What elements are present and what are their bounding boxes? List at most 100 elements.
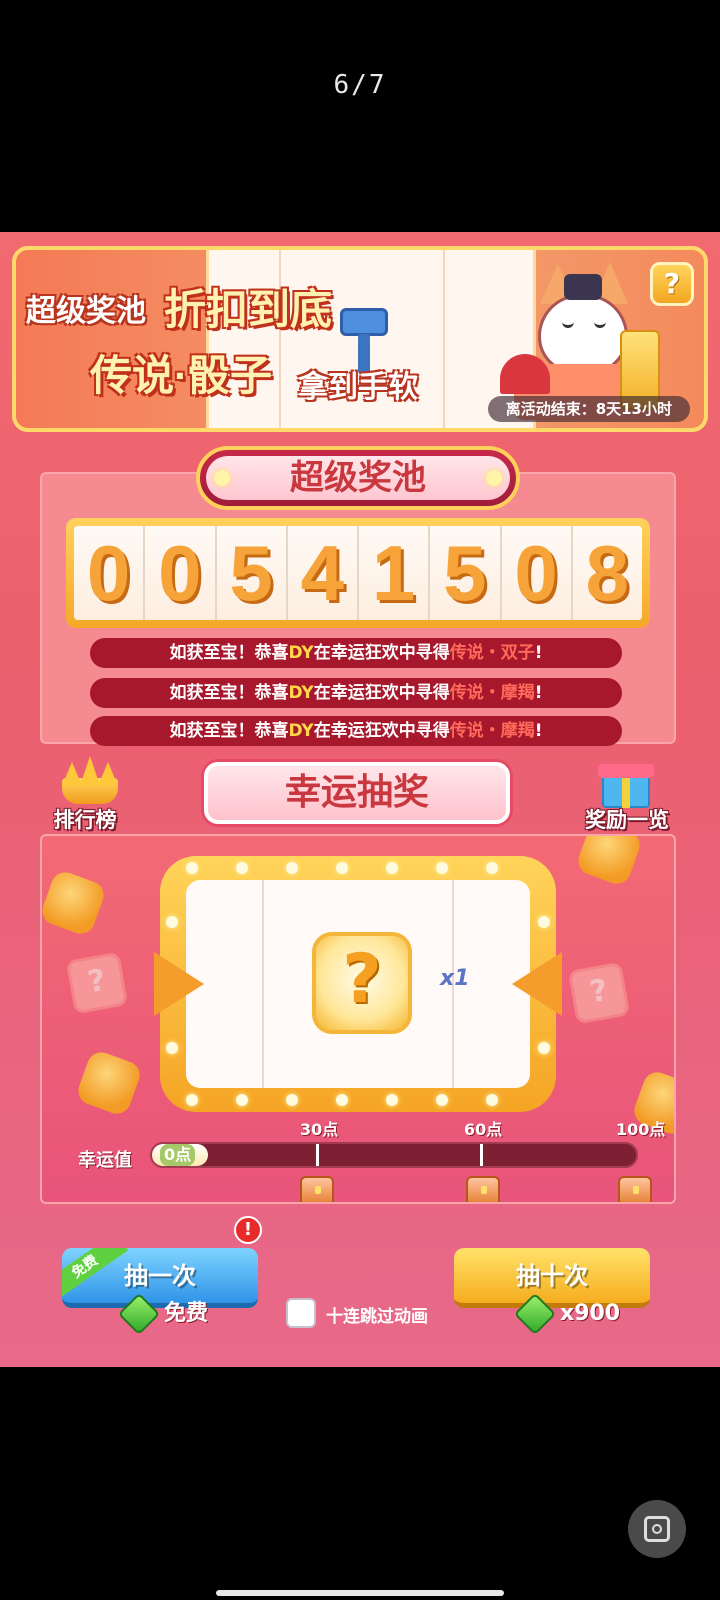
light-bulb-icon xyxy=(486,1094,498,1106)
light-bulb-icon xyxy=(236,862,248,874)
jackpot-digit: 4 xyxy=(287,526,359,620)
skip-animation-checkbox[interactable] xyxy=(286,1298,316,1328)
jackpot-title-plate: 超级奖池 xyxy=(196,446,520,510)
notification-badge: ! xyxy=(234,1216,262,1244)
light-bulb-icon xyxy=(186,1094,198,1106)
jackpot-digit: 5 xyxy=(216,526,288,620)
jackpot-digit: 0 xyxy=(74,526,146,620)
banner-title-discount: 折扣到底 xyxy=(164,286,333,333)
light-bulb-icon xyxy=(186,862,198,874)
jackpot-digit: 0 xyxy=(145,526,217,620)
jackpot-title: 超级奖池 xyxy=(206,456,510,500)
event-banner: 超级奖池 折扣到底 传说·骰子 拿到手软 ? 离活动结束：8天13小时 xyxy=(12,246,708,432)
ticker-item: 传说・摩羯 xyxy=(449,683,535,703)
ticker-suffix: ! xyxy=(534,643,543,663)
lens-icon xyxy=(652,1524,662,1534)
light-bulb-icon xyxy=(538,916,550,928)
leaderboard-label: 排行榜 xyxy=(53,808,117,832)
light-bulb-icon xyxy=(538,1042,550,1054)
light-bulb-icon xyxy=(286,862,298,874)
light-bulb-icon xyxy=(336,1094,348,1106)
milestone-tick xyxy=(316,1144,319,1166)
leaderboard-button[interactable]: 排行榜 xyxy=(30,754,140,834)
gem-icon xyxy=(117,1292,161,1336)
light-bulb-icon xyxy=(436,1094,448,1106)
jackpot-digit: 8 xyxy=(572,526,642,620)
light-bulb-icon xyxy=(386,862,398,874)
banner-title-legend-dice: 传说·骰子 xyxy=(90,352,272,399)
light-bulb-icon xyxy=(486,862,498,874)
ticker-item: 传说・摩羯 xyxy=(449,721,535,741)
draw-ten-cost: x900 xyxy=(513,1292,621,1336)
ticker-prefix: 如获至宝！恭喜 xyxy=(169,643,289,663)
mystery-box-icon: ? xyxy=(65,951,129,1015)
coin-icon xyxy=(574,836,644,888)
prize-multiplier: x1 xyxy=(440,966,470,991)
treasure-chest-icon[interactable] xyxy=(466,1176,500,1202)
jackpot-digit: 0 xyxy=(501,526,573,620)
luck-progress-bar: 0点 xyxy=(150,1142,638,1168)
pointer-right-icon xyxy=(154,952,204,1016)
light-bulb-icon xyxy=(286,1094,298,1106)
ticker-player-name: DY xyxy=(288,643,314,663)
ticker-player-name: DY xyxy=(288,721,314,741)
ticker-prefix: 如获至宝！恭喜 xyxy=(169,721,289,741)
light-bulb-icon xyxy=(236,1094,248,1106)
ticker-suffix: ! xyxy=(534,683,543,703)
slot-reel-window: ? x1 xyxy=(186,880,530,1088)
rewards-list-button[interactable]: 奖励一览 xyxy=(572,754,682,834)
screenshot-scan-button[interactable] xyxy=(628,1500,686,1558)
banner-title-jackpot: 超级奖池 xyxy=(26,295,146,328)
treasure-chest-icon[interactable] xyxy=(300,1176,334,1202)
home-indicator[interactable] xyxy=(216,1590,504,1596)
rewards-list-label: 奖励一览 xyxy=(585,808,669,832)
draw-once-cost: 免费 xyxy=(117,1292,209,1336)
ticker-middle: 在幸运狂欢中寻得 xyxy=(313,643,450,663)
reel-divider xyxy=(262,880,264,1088)
luck-value: 0点 xyxy=(160,1144,196,1166)
help-button[interactable]: ? xyxy=(650,262,694,306)
jackpot-digit: 5 xyxy=(430,526,502,620)
reel-divider xyxy=(443,250,445,428)
banner-title-plenty: 拿到手软 xyxy=(298,371,418,404)
page-counter: 6/7 xyxy=(333,70,387,100)
draw-once-cost-text: 免费 xyxy=(164,1301,209,1326)
pointer-left-icon xyxy=(512,952,562,1016)
winner-ticker-row: 如获至宝！恭喜DY在幸运狂欢中寻得传说・摩羯! xyxy=(90,678,622,708)
gem-icon xyxy=(513,1292,557,1336)
light-bulb-icon xyxy=(166,916,178,928)
event-countdown: 离活动结束：8天13小时 xyxy=(487,396,690,422)
crown-icon xyxy=(62,756,118,804)
bottom-area xyxy=(0,1367,720,1600)
light-dot-icon xyxy=(486,470,502,486)
coin-icon xyxy=(42,868,108,938)
status-area: 6/7 xyxy=(0,0,720,232)
lucky-draw-title: 幸运抽奖 xyxy=(204,762,510,824)
light-dot-icon xyxy=(214,470,230,486)
ticker-middle: 在幸运狂欢中寻得 xyxy=(313,721,450,741)
light-bulb-icon xyxy=(436,862,448,874)
ticker-suffix: ! xyxy=(534,721,543,741)
light-bulb-icon xyxy=(386,1094,398,1106)
coin-icon xyxy=(74,1048,144,1118)
milestone-label: 60点 xyxy=(464,1120,503,1139)
light-bulb-icon xyxy=(336,862,348,874)
treasure-chest-icon[interactable] xyxy=(618,1176,652,1202)
ticker-item: 传说・双子 xyxy=(449,643,535,663)
winner-ticker-row: 如获至宝！恭喜DY在幸运狂欢中寻得传说・摩羯! xyxy=(90,716,622,746)
slot-machine-frame: ? x1 xyxy=(154,856,562,1112)
draw-ten-cost-text: x900 xyxy=(560,1301,621,1326)
jackpot-counter: 0 0 5 4 1 5 0 8 xyxy=(66,518,650,628)
slot-panel: ? ? ? x1 30点 60点 100点 幸运值 0点 xyxy=(40,834,676,1204)
ticker-middle: 在幸运狂欢中寻得 xyxy=(313,683,450,703)
mystery-box-icon: ? xyxy=(567,961,631,1025)
luck-label: 幸运值 xyxy=(78,1150,132,1171)
jackpot-digit: 1 xyxy=(359,526,431,620)
winner-ticker-row: 如获至宝！恭喜DY在幸运狂欢中寻得传说・双子! xyxy=(90,638,622,668)
milestone-label: 100点 xyxy=(616,1120,666,1139)
gift-box-icon xyxy=(596,758,656,808)
ticker-prefix: 如获至宝！恭喜 xyxy=(169,683,289,703)
milestone-label: 30点 xyxy=(300,1120,339,1139)
mystery-dice-icon: ? xyxy=(312,932,412,1034)
skip-animation-label: 十连跳过动画 xyxy=(326,1307,428,1327)
